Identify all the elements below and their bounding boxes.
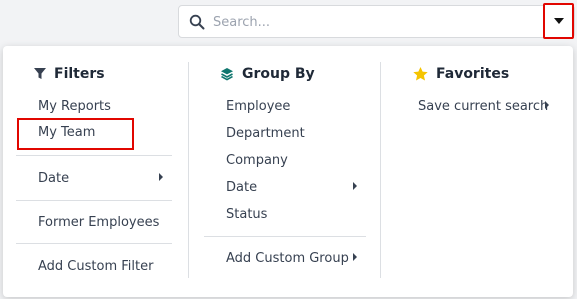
group-by-header: Group By — [220, 66, 315, 82]
filter-icon — [34, 68, 46, 79]
add-custom-filter-item[interactable]: Add Custom Filter — [38, 259, 153, 274]
filter-item-former-employees[interactable]: Former Employees — [38, 215, 159, 230]
my-team-highlight-box — [17, 118, 134, 150]
caret-right-icon — [353, 253, 357, 261]
search-icon — [189, 14, 205, 30]
filter-item-date[interactable]: Date — [38, 171, 69, 186]
caret-right-icon — [353, 182, 357, 190]
caret-right-icon — [159, 173, 163, 181]
search-options-dropdown: Filters My Reports My Team Date Former E… — [3, 46, 573, 297]
column-separator — [188, 62, 189, 278]
filters-divider — [16, 155, 172, 156]
filter-item-my-reports[interactable]: My Reports — [38, 99, 111, 114]
group-item-date[interactable]: Date — [226, 180, 257, 195]
filters-header: Filters — [34, 66, 105, 82]
group-by-divider — [204, 236, 366, 237]
save-current-search-item[interactable]: Save current search — [418, 99, 548, 114]
add-custom-group-item[interactable]: Add Custom Group — [226, 251, 349, 266]
search-bar — [178, 5, 575, 38]
filters-title: Filters — [54, 66, 105, 82]
group-item-status[interactable]: Status — [226, 207, 267, 222]
layers-icon — [221, 68, 233, 81]
column-separator — [380, 62, 381, 278]
group-item-company[interactable]: Company — [226, 153, 288, 168]
group-item-employee[interactable]: Employee — [226, 99, 290, 114]
star-icon — [413, 67, 428, 81]
group-by-title: Group By — [242, 66, 315, 82]
caret-down-icon — [553, 18, 564, 24]
search-input[interactable] — [213, 12, 533, 32]
favorites-title: Favorites — [436, 66, 510, 82]
group-item-department[interactable]: Department — [226, 126, 305, 141]
page: Filters My Reports My Team Date Former E… — [0, 0, 577, 299]
caret-right-icon — [545, 101, 549, 109]
filters-divider — [16, 200, 172, 201]
favorites-header: Favorites — [413, 66, 509, 82]
filters-divider — [16, 243, 172, 244]
search-options-toggle-button[interactable] — [543, 3, 574, 39]
